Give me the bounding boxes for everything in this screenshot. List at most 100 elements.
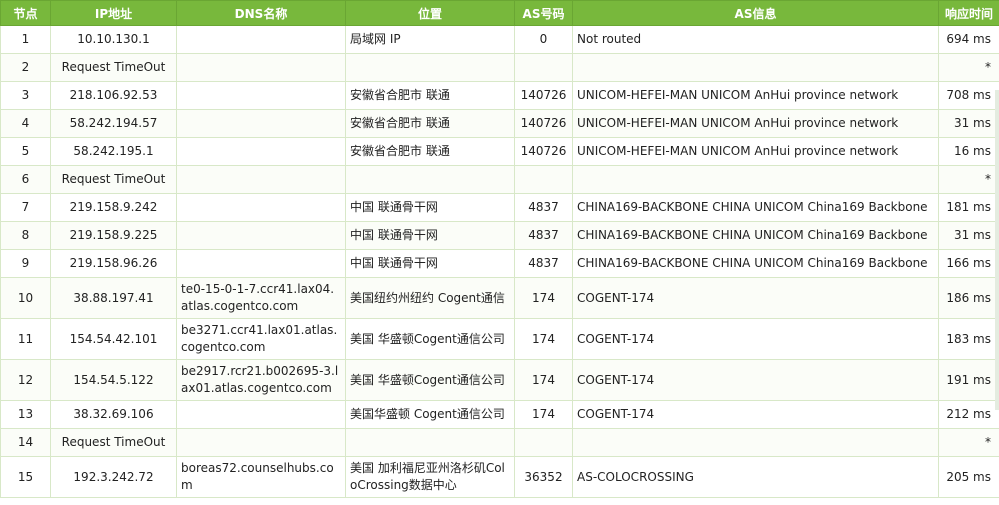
response-time-cell: 694 ms bbox=[938, 25, 999, 54]
column-header-hop: 节点 bbox=[0, 0, 51, 26]
hop-number-cell: 10 bbox=[0, 277, 51, 319]
scrollbar-track[interactable] bbox=[995, 90, 999, 410]
table-row: 4 58.242.194.57 安徽省合肥市 联通 140726 UNICOM-HEFE… bbox=[0, 109, 999, 138]
response-time-cell: 212 ms bbox=[938, 400, 999, 429]
as-info-cell: UNICOM-HEFEI-MAN UNICOM AnHui province n… bbox=[572, 109, 939, 138]
location-cell: 中国 联通骨干网 bbox=[345, 193, 515, 222]
ip-address-cell: 154.54.5.122 bbox=[50, 359, 177, 401]
dns-name-cell: be2917.rcr21.b002695-3.lax01.atlas.cogen… bbox=[176, 359, 346, 401]
hop-number-cell: 1 bbox=[0, 25, 51, 54]
location-cell: 安徽省合肥市 联通 bbox=[345, 109, 515, 138]
hop-number-cell: 4 bbox=[0, 109, 51, 138]
location-cell: 美国纽约州纽约 Cogent通信 bbox=[345, 277, 515, 319]
ip-address-cell: Request TimeOut bbox=[50, 53, 177, 82]
table-row: 8 219.158.9.225 中国 联通骨干网 4837 CHINA169-BACKB… bbox=[0, 221, 999, 250]
response-time-cell: 191 ms bbox=[938, 359, 999, 401]
table-row: 7 219.158.9.242 中国 联通骨干网 4837 CHINA169-BACKB… bbox=[0, 193, 999, 222]
response-time-cell: 31 ms bbox=[938, 221, 999, 250]
hop-number-cell: 12 bbox=[0, 359, 51, 401]
asn-cell bbox=[514, 428, 573, 457]
ip-address-cell: 38.88.197.41 bbox=[50, 277, 177, 319]
asn-cell: 4837 bbox=[514, 193, 573, 222]
hop-rows: 1 10.10.130.1 局域网 IP 0 Not routed 694 ms 2 Requ… bbox=[0, 25, 999, 498]
response-time-cell: * bbox=[938, 53, 999, 82]
table-row: 1 10.10.130.1 局域网 IP 0 Not routed 694 ms bbox=[0, 25, 999, 54]
table-row: 9 219.158.96.26 中国 联通骨干网 4837 CHINA169-BACKB… bbox=[0, 249, 999, 278]
response-time-cell: * bbox=[938, 165, 999, 194]
hop-number-cell: 5 bbox=[0, 137, 51, 166]
asn-cell: 174 bbox=[514, 318, 573, 360]
as-info-cell bbox=[572, 53, 939, 82]
location-cell: 安徽省合肥市 联通 bbox=[345, 81, 515, 110]
table-row: 14 Request TimeOut * bbox=[0, 428, 999, 457]
dns-name-cell: be3271.ccr41.lax01.atlas.cogentco.com bbox=[176, 318, 346, 360]
table-row: 11 154.54.42.101 be3271.ccr41.lax01.atlas.… bbox=[0, 318, 999, 360]
column-header-asinfo: AS信息 bbox=[572, 0, 939, 26]
asn-cell bbox=[514, 53, 573, 82]
location-cell: 美国华盛顿 Cogent通信公司 bbox=[345, 400, 515, 429]
table-header-row: 节点 IP地址 DNS名称 位置 AS号码 AS信息 响应时间 bbox=[0, 0, 999, 26]
hop-number-cell: 8 bbox=[0, 221, 51, 250]
as-info-cell: AS-COLOCROSSING bbox=[572, 456, 939, 498]
asn-cell: 0 bbox=[514, 25, 573, 54]
hop-number-cell: 3 bbox=[0, 81, 51, 110]
location-cell: 局域网 IP bbox=[345, 25, 515, 54]
table-row: 10 38.88.197.41 te0-15-0-1-7.ccr41.lax04.a… bbox=[0, 277, 999, 319]
dns-name-cell bbox=[176, 137, 346, 166]
asn-cell: 140726 bbox=[514, 109, 573, 138]
as-info-cell: CHINA169-BACKBONE CHINA UNICOM China169 … bbox=[572, 249, 939, 278]
response-time-cell: 186 ms bbox=[938, 277, 999, 319]
as-info-cell: COGENT-174 bbox=[572, 400, 939, 429]
column-header-ip: IP地址 bbox=[50, 0, 177, 26]
location-cell: 美国 加利福尼亚州洛杉矶ColoCrossing数据中心 bbox=[345, 456, 515, 498]
table-row: 12 154.54.5.122 be2917.rcr21.b002695-3.lax… bbox=[0, 359, 999, 401]
location-cell: 中国 联通骨干网 bbox=[345, 221, 515, 250]
column-header-location: 位置 bbox=[345, 0, 515, 26]
ip-address-cell: 38.32.69.106 bbox=[50, 400, 177, 429]
location-cell: 美国 华盛顿Cogent通信公司 bbox=[345, 318, 515, 360]
hop-number-cell: 15 bbox=[0, 456, 51, 498]
response-time-cell: 708 ms bbox=[938, 81, 999, 110]
response-time-cell: 183 ms bbox=[938, 318, 999, 360]
ip-address-cell: 219.158.96.26 bbox=[50, 249, 177, 278]
column-header-response-time: 响应时间 bbox=[938, 0, 999, 26]
dns-name-cell: te0-15-0-1-7.ccr41.lax04.atlas.cogentco.… bbox=[176, 277, 346, 319]
dns-name-cell bbox=[176, 428, 346, 457]
asn-cell: 140726 bbox=[514, 137, 573, 166]
location-cell: 中国 联通骨干网 bbox=[345, 249, 515, 278]
location-cell: 美国 华盛顿Cogent通信公司 bbox=[345, 359, 515, 401]
ip-address-cell: Request TimeOut bbox=[50, 165, 177, 194]
column-header-asn: AS号码 bbox=[514, 0, 573, 26]
traceroute-table: 节点 IP地址 DNS名称 位置 AS号码 AS信息 响应时间 1 10.10.1… bbox=[0, 0, 999, 498]
ip-address-cell: 219.158.9.242 bbox=[50, 193, 177, 222]
asn-cell bbox=[514, 165, 573, 194]
ip-address-cell: 58.242.195.1 bbox=[50, 137, 177, 166]
ip-address-cell: 10.10.130.1 bbox=[50, 25, 177, 54]
dns-name-cell bbox=[176, 165, 346, 194]
asn-cell: 36352 bbox=[514, 456, 573, 498]
asn-cell: 174 bbox=[514, 400, 573, 429]
response-time-cell: 31 ms bbox=[938, 109, 999, 138]
hop-number-cell: 7 bbox=[0, 193, 51, 222]
as-info-cell: COGENT-174 bbox=[572, 359, 939, 401]
column-header-dns: DNS名称 bbox=[176, 0, 346, 26]
location-cell: 安徽省合肥市 联通 bbox=[345, 137, 515, 166]
as-info-cell: COGENT-174 bbox=[572, 277, 939, 319]
table-row: 15 192.3.242.72 boreas72.counselhubs.com 美国… bbox=[0, 456, 999, 498]
ip-address-cell: Request TimeOut bbox=[50, 428, 177, 457]
table-row: 13 38.32.69.106 美国华盛顿 Cogent通信公司 174 COGENT-… bbox=[0, 400, 999, 429]
hop-number-cell: 9 bbox=[0, 249, 51, 278]
dns-name-cell: boreas72.counselhubs.com bbox=[176, 456, 346, 498]
hop-number-cell: 14 bbox=[0, 428, 51, 457]
response-time-cell: * bbox=[938, 428, 999, 457]
table-row: 3 218.106.92.53 安徽省合肥市 联通 140726 UNICOM-HEFE… bbox=[0, 81, 999, 110]
ip-address-cell: 154.54.42.101 bbox=[50, 318, 177, 360]
table-row: 2 Request TimeOut * bbox=[0, 53, 999, 82]
response-time-cell: 205 ms bbox=[938, 456, 999, 498]
response-time-cell: 181 ms bbox=[938, 193, 999, 222]
ip-address-cell: 219.158.9.225 bbox=[50, 221, 177, 250]
as-info-cell: CHINA169-BACKBONE CHINA UNICOM China169 … bbox=[572, 221, 939, 250]
response-time-cell: 166 ms bbox=[938, 249, 999, 278]
dns-name-cell bbox=[176, 221, 346, 250]
hop-number-cell: 13 bbox=[0, 400, 51, 429]
